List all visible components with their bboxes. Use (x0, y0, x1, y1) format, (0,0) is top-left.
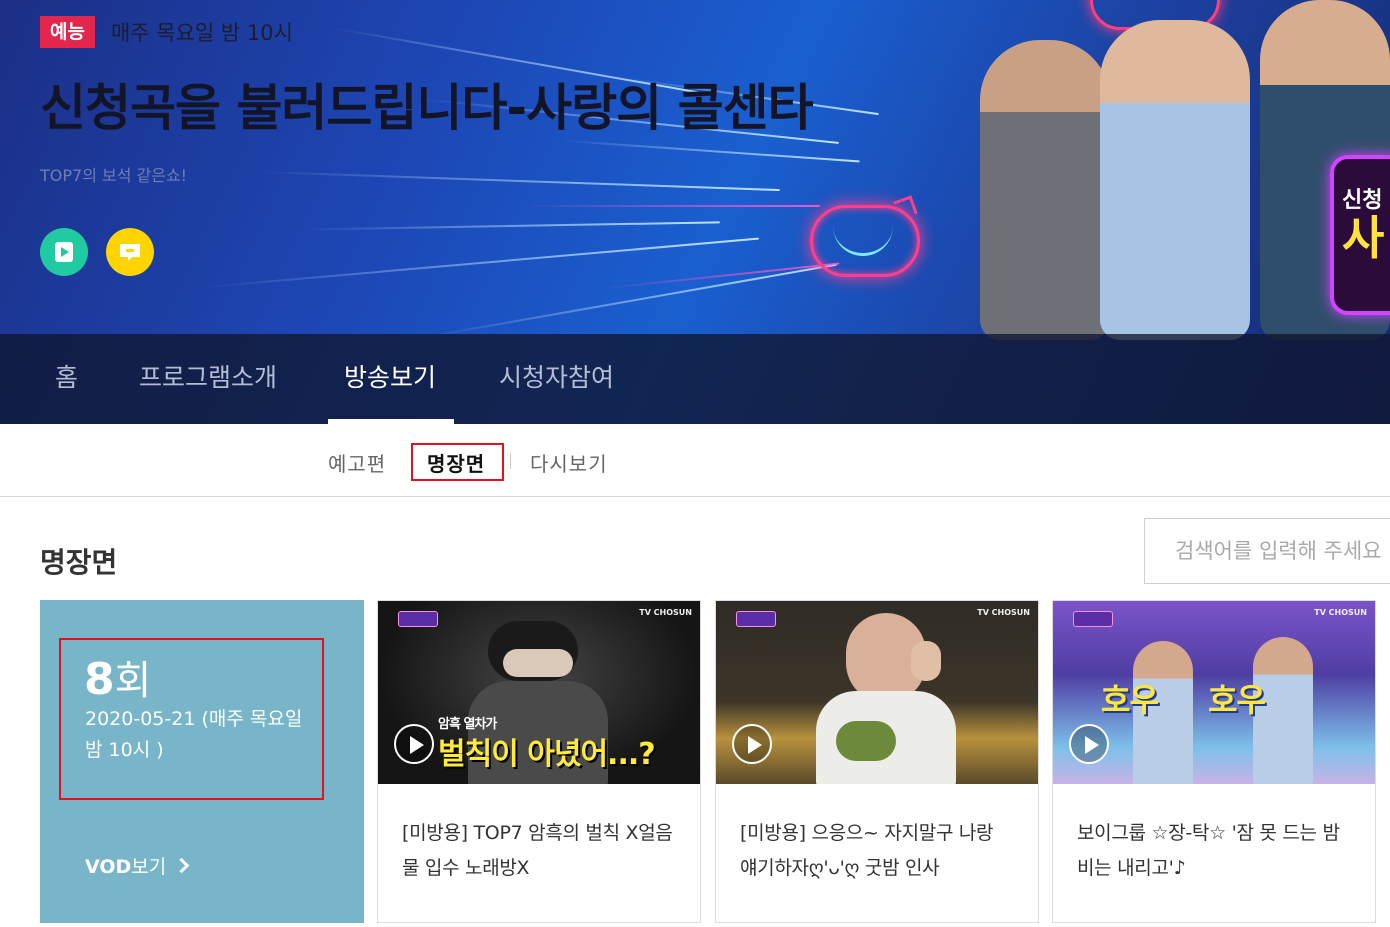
clip-card[interactable]: TV CHOSUN 암흑 열차가 벌칙이 아녔어...? [미방용] TOP7 … (377, 600, 701, 923)
channel-logo: TV CHOSUN (1314, 608, 1367, 617)
clip-thumbnail: TV CHOSUN 호우 호우 (1053, 601, 1375, 784)
play-button[interactable] (40, 228, 88, 276)
play-icon (394, 724, 434, 764)
show-logo-sign: 신청 사 (1330, 155, 1390, 315)
talk-icon (120, 244, 140, 261)
genre-badge: 예능 (40, 16, 95, 48)
nav-program-intro[interactable]: 프로그램소개 (139, 358, 277, 394)
channel-logo: TV CHOSUN (977, 608, 1030, 617)
clip-thumbnail: TV CHOSUN 암흑 열차가 벌칙이 아녔어...? (378, 601, 700, 784)
play-icon (1069, 724, 1109, 764)
talk-button[interactable] (106, 228, 154, 276)
nav-viewer-participation[interactable]: 시청자참여 (499, 358, 614, 394)
subtab-highlights[interactable]: 명장면 (427, 448, 485, 477)
section-title: 명장면 (40, 546, 118, 579)
sub-nav: 예고편 명장면 다시보기 (0, 424, 1390, 497)
episode-card: 8회 2020-05-21 (매주 목요일 밤 10시 ) VOD보기 (40, 600, 364, 923)
hero-cast-image: 신청 사 (960, 0, 1390, 340)
clip-card[interactable]: TV CHOSUN [미방용] 으응으~ 자지말구 나랑 얘기하자ღ'ᴗ'ღ 굿… (715, 600, 1039, 923)
channel-logo: TV CHOSUN (639, 608, 692, 617)
search-input[interactable] (1144, 518, 1390, 584)
neon-speech-bubble (810, 205, 920, 277)
main-nav: 홈 프로그램소개 방송보기 시청자참여 (0, 334, 1390, 424)
clip-title: 보이그룹 ☆장-탁☆ '잠 못 드는 밤 비는 내리고'♪ (1077, 822, 1340, 879)
clip-card[interactable]: TV CHOSUN 호우 호우 보이그룹 ☆장-탁☆ '잠 못 드는 밤 비는 … (1052, 600, 1376, 923)
nav-home[interactable]: 홈 (55, 358, 78, 394)
program-title: 신청곡을 불러드립니다-사랑의 콜센타 (40, 79, 814, 137)
chevron-right-icon (173, 857, 190, 874)
play-icon (55, 242, 73, 262)
episode-date: 2020-05-21 (매주 목요일 밤 10시 ) (85, 708, 303, 761)
clip-title: [미방용] TOP7 암흑의 벌칙 X얼음물 입수 노래방X (402, 822, 673, 879)
program-subtitle: TOP7의 보석 같은쇼! (40, 166, 188, 185)
clip-thumbnail: TV CHOSUN (716, 601, 1038, 784)
episode-number: 8회 (84, 654, 152, 705)
subtab-divider (510, 453, 511, 469)
subtab-preview[interactable]: 예고편 (328, 448, 386, 477)
broadcast-schedule: 매주 목요일 밤 10시 (110, 21, 293, 45)
program-hero: 신청 사 예능 매주 목요일 밤 10시 신청곡을 불러드립니다-사랑의 콜센타… (0, 0, 1390, 424)
subtab-replay[interactable]: 다시보기 (530, 448, 608, 477)
play-icon (732, 724, 772, 764)
vod-link[interactable]: VOD보기 (85, 852, 190, 879)
nav-broadcast[interactable]: 방송보기 (344, 358, 436, 394)
clip-title: [미방용] 으응으~ 자지말구 나랑 얘기하자ღ'ᴗ'ღ 굿밤 인사 (740, 822, 994, 879)
